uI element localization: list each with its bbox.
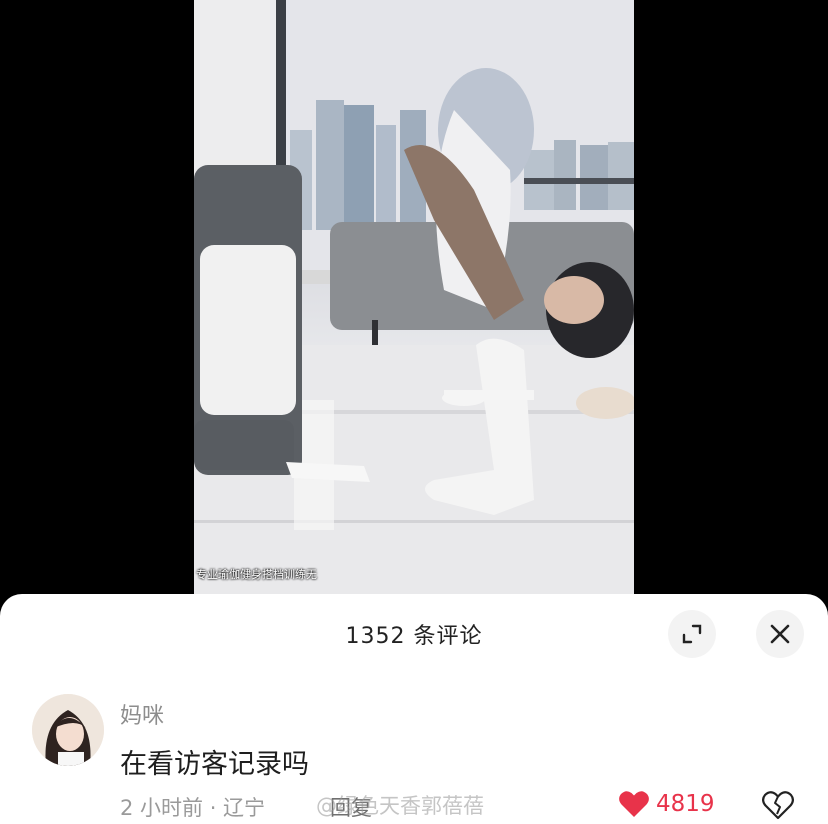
comment-text: 在看访客记录吗 — [120, 749, 309, 780]
like-count: 4819 — [656, 791, 715, 817]
dislike-button[interactable] — [762, 790, 794, 824]
comment-username[interactable]: 妈咪 — [120, 698, 164, 730]
like-button[interactable]: 4819 — [618, 790, 715, 818]
expand-icon — [682, 624, 702, 644]
close-icon — [770, 624, 790, 644]
watermark: @绿色天香郭蓓蓓 — [316, 794, 484, 818]
avatar[interactable] — [32, 694, 104, 766]
close-button[interactable] — [756, 610, 804, 658]
broken-heart-icon — [762, 791, 794, 820]
video-caption: 专业瑜伽健身搭档训练无 — [196, 568, 317, 581]
expand-button[interactable] — [668, 610, 716, 658]
video-frame — [194, 0, 634, 600]
video-player[interactable]: 专业瑜伽健身搭档训练无 — [194, 0, 634, 600]
avatar-image — [32, 694, 104, 766]
heart-icon — [619, 791, 649, 817]
comments-panel: 1352 条评论 妈咪 在看访客记录吗 2 小时前 · 辽宁 回复 @绿色天香郭… — [0, 594, 828, 824]
comment-time-location: 2 小时前 · 辽宁 — [120, 796, 266, 820]
